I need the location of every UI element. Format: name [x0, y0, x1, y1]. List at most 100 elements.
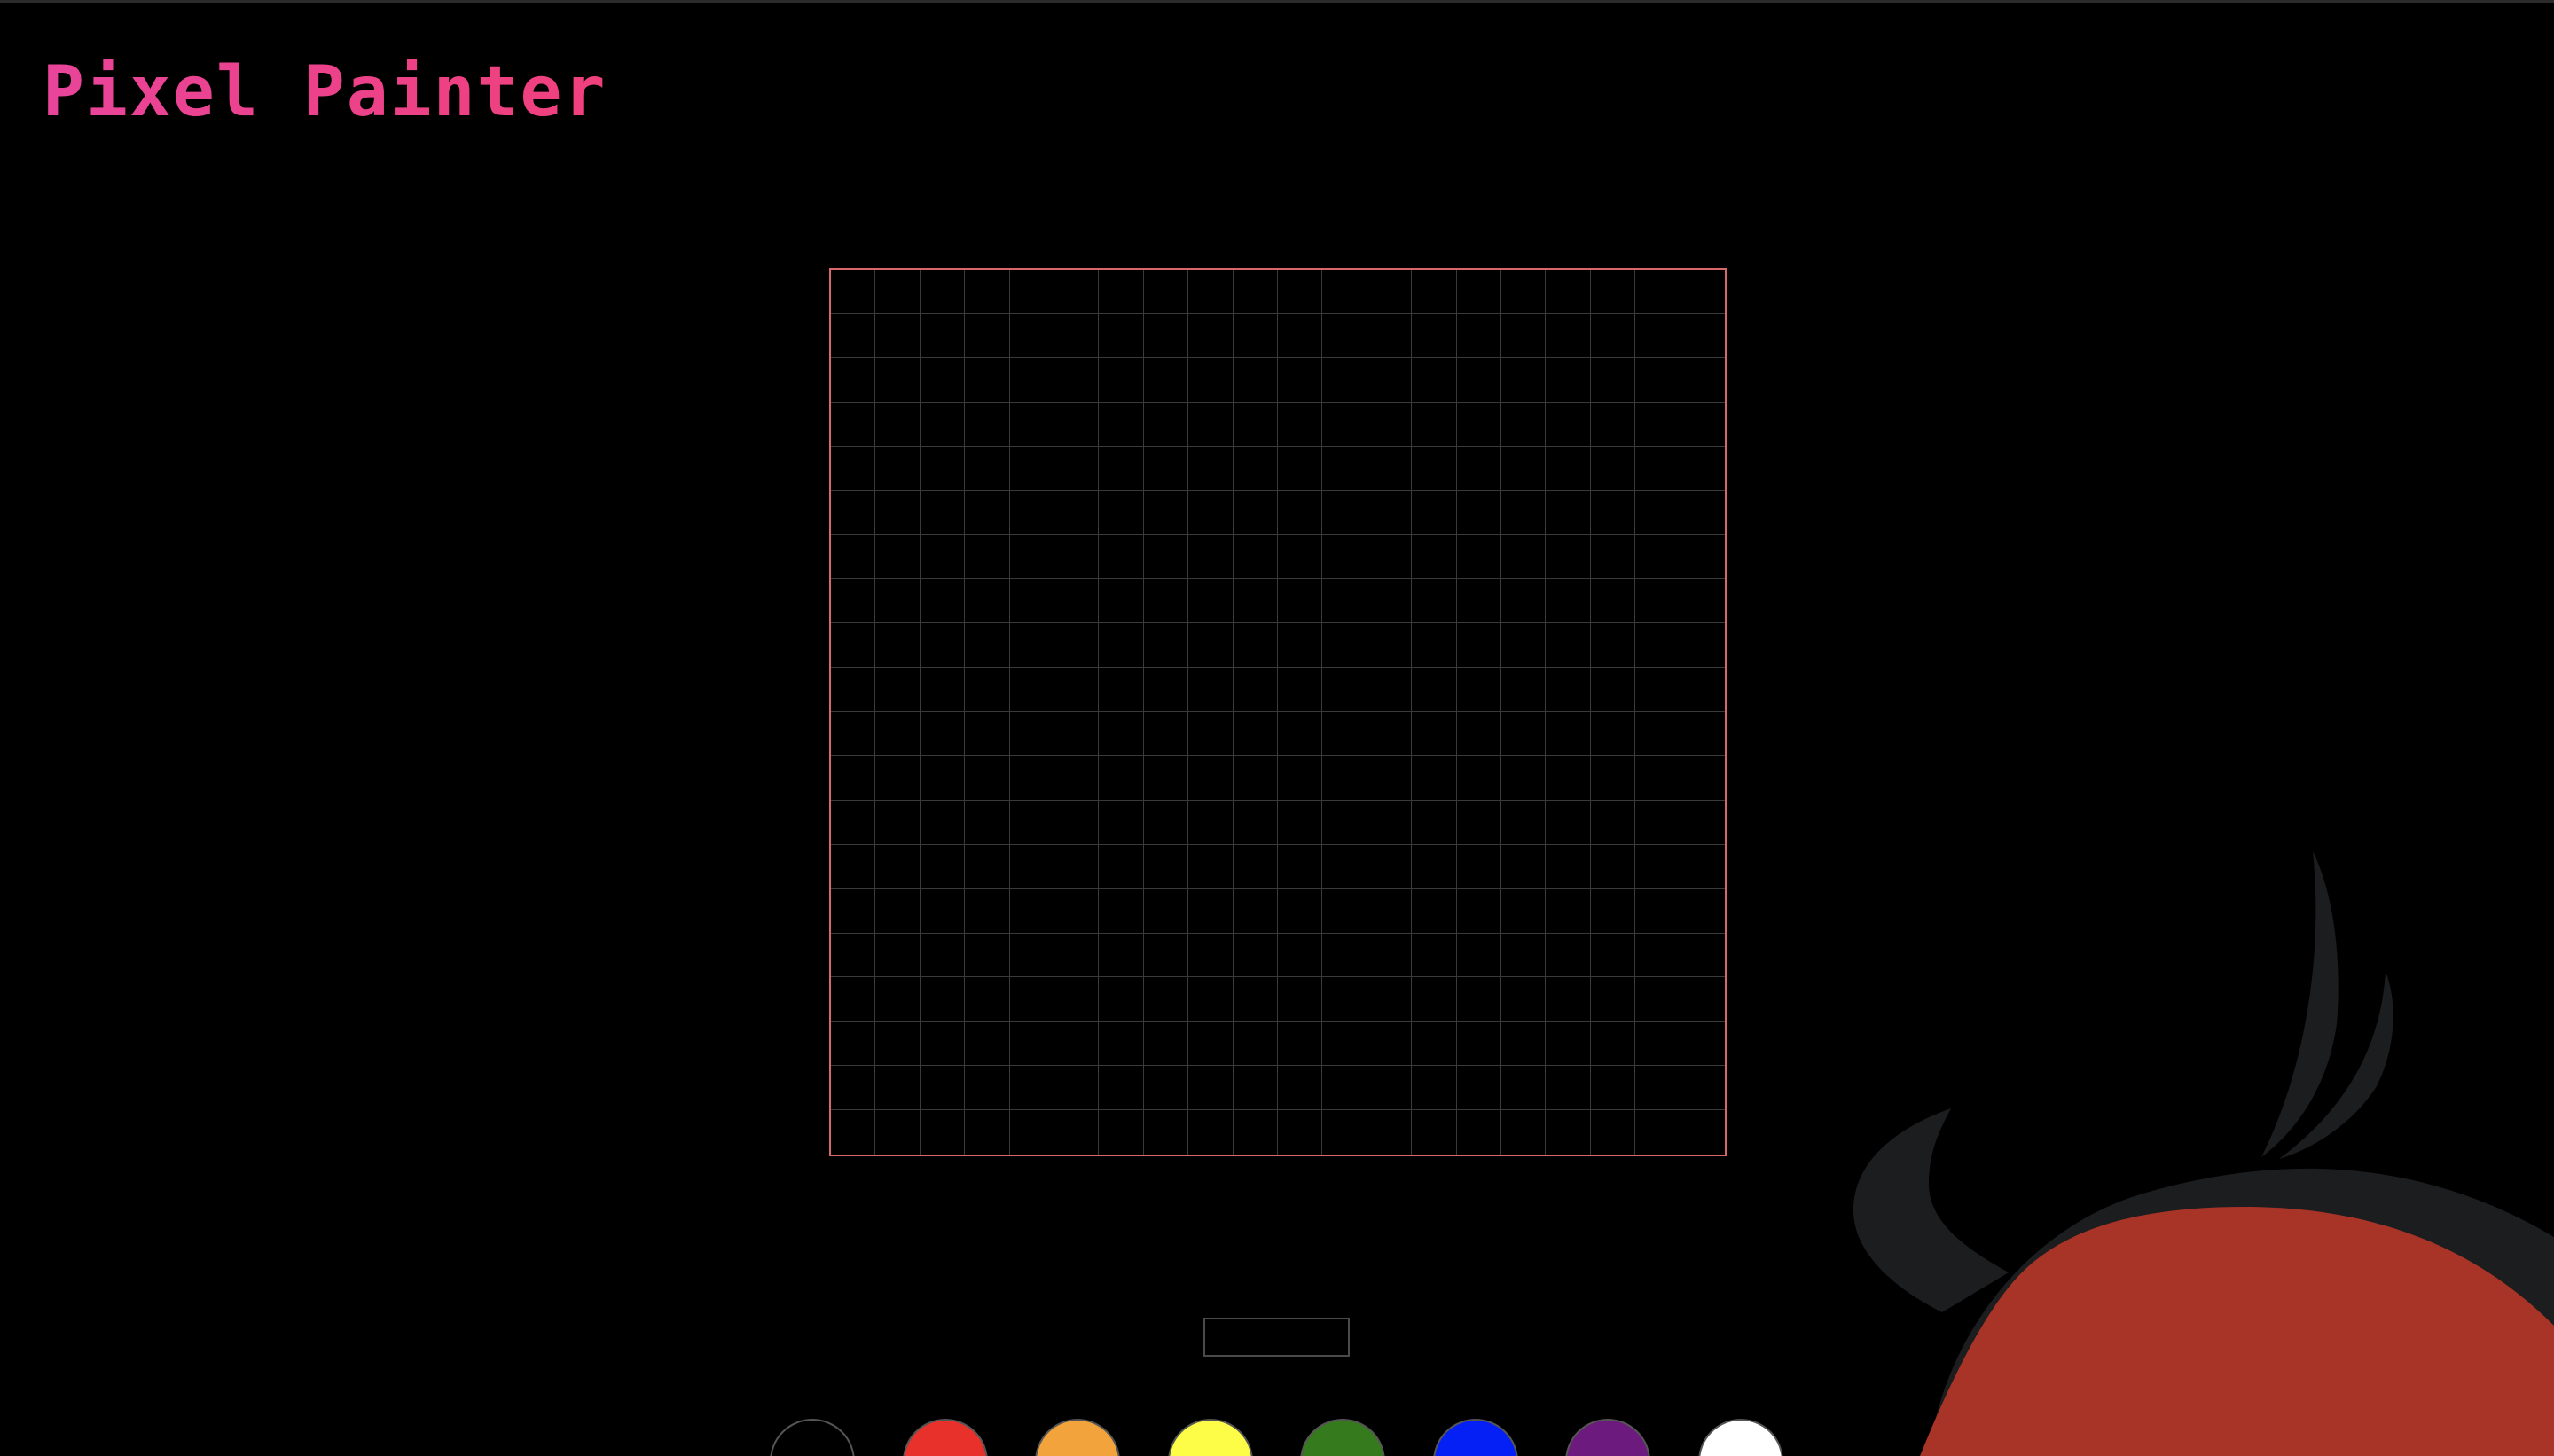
- pixel-cell[interactable]: [1590, 313, 1636, 358]
- pixel-cell[interactable]: [1099, 933, 1144, 978]
- pixel-cell[interactable]: [1099, 844, 1144, 889]
- pixel-cell[interactable]: [1099, 402, 1144, 447]
- pixel-cell[interactable]: [1278, 535, 1323, 580]
- pixel-cell[interactable]: [1010, 1110, 1054, 1155]
- pixel-cell[interactable]: [1590, 270, 1636, 314]
- pixel-cell[interactable]: [1099, 668, 1144, 712]
- color-swatch-orange[interactable]: [1035, 1419, 1120, 1456]
- pixel-cell[interactable]: [1456, 357, 1501, 403]
- pixel-cell[interactable]: [1278, 1066, 1323, 1111]
- pixel-cell[interactable]: [1456, 844, 1501, 889]
- pixel-cell[interactable]: [965, 1110, 1010, 1155]
- pixel-cell[interactable]: [1233, 446, 1278, 491]
- pixel-cell[interactable]: [1188, 977, 1234, 1022]
- pixel-cell[interactable]: [965, 712, 1010, 756]
- pixel-cell[interactable]: [1099, 888, 1144, 934]
- pixel-cell[interactable]: [1188, 844, 1234, 889]
- pixel-cell[interactable]: [831, 402, 876, 447]
- pixel-cell[interactable]: [1546, 668, 1591, 712]
- pixel-cell[interactable]: [965, 1022, 1010, 1067]
- pixel-cell[interactable]: [1054, 800, 1100, 845]
- pixel-cell[interactable]: [1143, 933, 1189, 978]
- pixel-cell[interactable]: [1009, 402, 1054, 447]
- pixel-cell[interactable]: [1590, 490, 1636, 536]
- pixel-cell[interactable]: [875, 712, 921, 756]
- pixel-cell[interactable]: [1099, 446, 1144, 491]
- pixel-cell[interactable]: [831, 1110, 876, 1155]
- pixel-cell[interactable]: [831, 755, 876, 801]
- pixel-cell[interactable]: [1054, 933, 1100, 978]
- color-swatch-white[interactable]: [1697, 1419, 1783, 1456]
- pixel-cell[interactable]: [1009, 535, 1054, 580]
- pixel-cell[interactable]: [1278, 977, 1323, 1022]
- pixel-cell[interactable]: [1635, 402, 1680, 447]
- pixel-cell[interactable]: [1143, 1022, 1189, 1067]
- pixel-cell[interactable]: [1099, 1066, 1144, 1111]
- pixel-cell[interactable]: [1456, 446, 1501, 491]
- pixel-cell[interactable]: [1456, 888, 1501, 934]
- pixel-cell[interactable]: [965, 755, 1010, 801]
- pixel-cell[interactable]: [1412, 357, 1457, 403]
- pixel-cell[interactable]: [1367, 270, 1413, 314]
- pixel-cell[interactable]: [1367, 490, 1413, 536]
- pixel-cell[interactable]: [1278, 800, 1323, 845]
- pixel-cell[interactable]: [1635, 446, 1680, 491]
- color-swatch-blue[interactable]: [1432, 1419, 1518, 1456]
- pixel-cell[interactable]: [1009, 270, 1054, 314]
- pixel-cell[interactable]: [1412, 1022, 1457, 1067]
- pixel-canvas-grid[interactable]: [829, 268, 1727, 1156]
- pixel-cell[interactable]: [1367, 800, 1413, 845]
- pixel-cell[interactable]: [1009, 579, 1054, 624]
- pixel-cell[interactable]: [1188, 1066, 1234, 1111]
- pixel-cell[interactable]: [1680, 756, 1725, 801]
- pixel-cell[interactable]: [875, 490, 921, 536]
- pixel-cell[interactable]: [1143, 977, 1189, 1022]
- pixel-cell[interactable]: [1054, 888, 1100, 934]
- pixel-cell[interactable]: [1501, 402, 1547, 447]
- pixel-cell[interactable]: [831, 270, 876, 314]
- pixel-cell[interactable]: [1278, 579, 1323, 624]
- pixel-cell[interactable]: [1367, 1110, 1413, 1155]
- pixel-cell[interactable]: [920, 490, 966, 536]
- pixel-cell[interactable]: [1009, 888, 1054, 934]
- pixel-cell[interactable]: [1188, 933, 1234, 978]
- pixel-cell[interactable]: [875, 357, 921, 403]
- pixel-cell[interactable]: [1501, 270, 1547, 314]
- pixel-cell[interactable]: [1501, 1022, 1547, 1067]
- pixel-cell[interactable]: [1456, 755, 1501, 801]
- pixel-cell[interactable]: [1054, 712, 1100, 756]
- pixel-cell[interactable]: [1546, 1066, 1591, 1111]
- pixel-cell[interactable]: [875, 844, 921, 889]
- pixel-cell[interactable]: [1680, 712, 1725, 756]
- pixel-cell[interactable]: [875, 1066, 921, 1111]
- pixel-cell[interactable]: [831, 623, 876, 669]
- pixel-cell[interactable]: [1322, 1110, 1367, 1155]
- pixel-cell[interactable]: [1322, 977, 1367, 1022]
- pixel-cell[interactable]: [1456, 977, 1501, 1022]
- pixel-cell[interactable]: [1367, 1066, 1413, 1111]
- pixel-cell[interactable]: [1456, 1022, 1501, 1067]
- pixel-cell[interactable]: [1546, 977, 1591, 1022]
- pixel-cell[interactable]: [1367, 579, 1413, 624]
- pixel-cell[interactable]: [1099, 755, 1144, 801]
- pixel-cell[interactable]: [1412, 490, 1457, 536]
- pixel-cell[interactable]: [1322, 579, 1367, 624]
- pixel-cell[interactable]: [1501, 623, 1547, 669]
- pixel-cell[interactable]: [1501, 357, 1547, 403]
- pixel-cell[interactable]: [1680, 889, 1725, 934]
- pixel-cell[interactable]: [1412, 402, 1457, 447]
- pixel-cell[interactable]: [1233, 977, 1278, 1022]
- pixel-cell[interactable]: [1322, 712, 1367, 756]
- pixel-cell[interactable]: [1635, 579, 1680, 624]
- pixel-cell[interactable]: [920, 888, 966, 934]
- pixel-cell[interactable]: [1278, 446, 1323, 491]
- pixel-cell[interactable]: [1635, 535, 1680, 580]
- pixel-cell[interactable]: [1009, 755, 1054, 801]
- pixel-cell[interactable]: [1590, 933, 1636, 978]
- pixel-cell[interactable]: [920, 1066, 966, 1111]
- pixel-cell[interactable]: [1054, 1022, 1100, 1067]
- pixel-cell[interactable]: [1590, 579, 1636, 624]
- pixel-cell[interactable]: [1009, 490, 1054, 536]
- pixel-cell[interactable]: [1188, 800, 1234, 845]
- pixel-cell[interactable]: [1054, 623, 1100, 669]
